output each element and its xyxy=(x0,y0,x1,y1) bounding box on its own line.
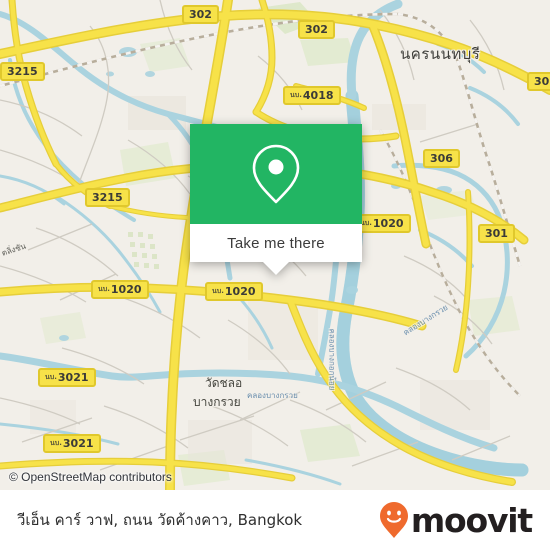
shield-prefix: นบ. xyxy=(98,285,110,293)
take-me-there-button[interactable]: Take me there xyxy=(190,224,362,262)
route-shield-302-a: 302 xyxy=(182,5,219,24)
route-shield-302-b: 302 xyxy=(298,20,335,39)
popup-pin-area xyxy=(190,124,362,224)
moovit-wordmark: moovit xyxy=(410,500,533,540)
shield-number: 301 xyxy=(485,227,508,240)
map-screenshot: 302302302นบ.401830630132153215นบ.1020นบ.… xyxy=(0,0,550,550)
route-shield-3215-a: 3215 xyxy=(0,62,45,81)
shield-number: 3215 xyxy=(7,65,38,78)
route-shield-301: 301 xyxy=(478,224,515,243)
moovit-smiley-pin-icon xyxy=(379,502,408,538)
route-shield-3215-b: 3215 xyxy=(85,188,130,207)
place-name-label: วีเอ็น คาร์ วาฟ, ถนน วัดค้างคาว, Bangkok xyxy=(17,511,303,529)
moovit-logo[interactable]: moovit xyxy=(379,500,533,540)
shield-prefix: นบ. xyxy=(290,91,302,99)
route-shield-nb1020-a: นบ. 1020 xyxy=(91,280,149,299)
shield-number: 1020 xyxy=(110,283,142,296)
shield-number: 306 xyxy=(430,152,453,165)
shield-number: 302 xyxy=(534,75,550,88)
shield-number: 302 xyxy=(189,8,212,21)
shield-number: 1020 xyxy=(224,285,256,298)
route-shield-nb1020-b: นบ. 1020 xyxy=(205,282,263,301)
route-shield-302-c: 302 xyxy=(527,72,550,91)
map-canvas[interactable]: 302302302นบ.401830630132153215นบ.1020นบ.… xyxy=(0,0,550,490)
shield-number: 3021 xyxy=(57,371,89,384)
route-shield-nb3021-a: นบ. 3021 xyxy=(38,368,96,387)
shield-number: 302 xyxy=(305,23,328,36)
shield-prefix: นบ. xyxy=(212,287,224,295)
osm-attribution[interactable]: © OpenStreetMap contributors xyxy=(9,470,172,484)
route-shield-306: 306 xyxy=(423,149,460,168)
shield-number: 3021 xyxy=(62,437,94,450)
route-shield-nb3021-b: นบ. 3021 xyxy=(43,434,101,453)
shield-number: 3215 xyxy=(92,191,123,204)
route-shield-nb4018: นบ. 4018 xyxy=(283,86,341,105)
shield-number: 4018 xyxy=(302,89,334,102)
popup-pointer-tail xyxy=(263,262,289,275)
take-me-there-label: Take me there xyxy=(227,234,325,252)
shield-number: 1020 xyxy=(372,217,404,230)
location-popup-card[interactable]: Take me there xyxy=(190,124,362,275)
map-pin-icon xyxy=(252,144,300,204)
shield-prefix: นบ. xyxy=(45,373,57,381)
shield-prefix: นบ. xyxy=(50,439,62,447)
footer-bar: วีเอ็น คาร์ วาฟ, ถนน วัดค้างคาว, Bangkok… xyxy=(0,490,550,550)
